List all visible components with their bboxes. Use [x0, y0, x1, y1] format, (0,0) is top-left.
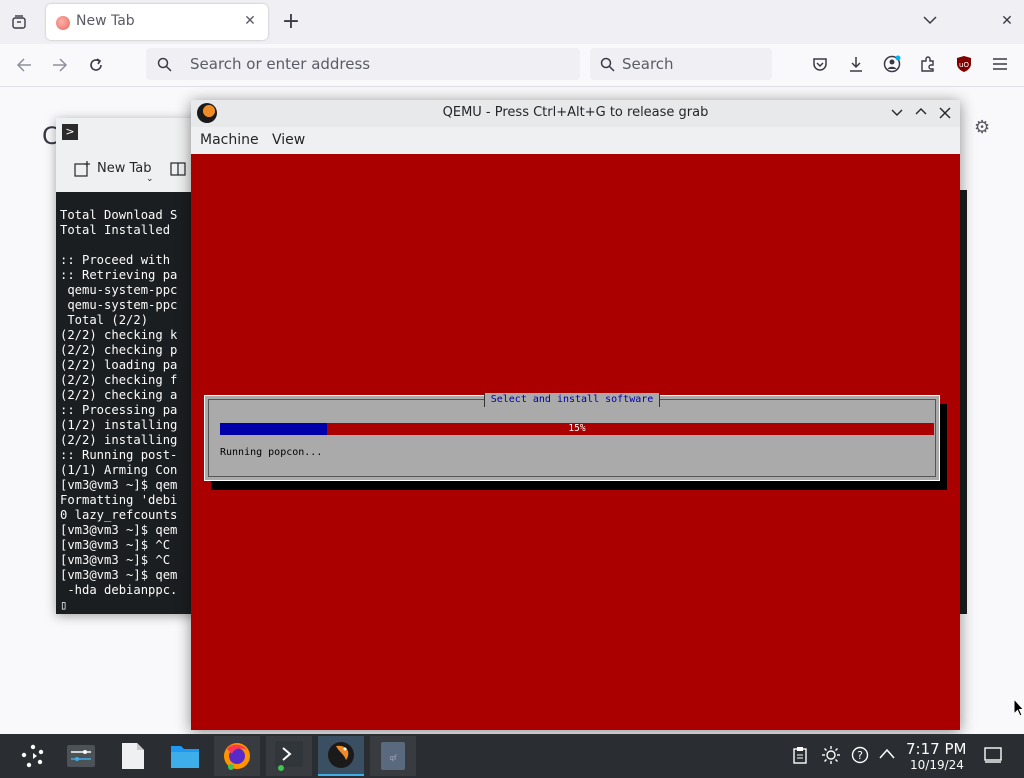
- extensions-icon[interactable]: [916, 53, 940, 75]
- gear-icon[interactable]: ⚙: [974, 117, 990, 138]
- window-close-button[interactable]: ✕: [996, 10, 1018, 32]
- konsole-icon[interactable]: [266, 736, 312, 776]
- svg-text:qf: qf: [390, 754, 397, 762]
- folder-icon[interactable]: [162, 736, 208, 776]
- terminal-icon: >: [62, 124, 78, 140]
- dialog-status: Running popcon...: [220, 447, 323, 458]
- konsole-toolbar: New Tab ⌄: [56, 148, 206, 193]
- terminal-text: Total Download S Total Installed :: Proc…: [60, 208, 178, 612]
- url-placeholder: Search or enter address: [190, 55, 371, 73]
- url-bar[interactable]: Search or enter address: [146, 48, 580, 80]
- back-arrow-icon[interactable]: [12, 54, 36, 76]
- qemu-titlebar[interactable]: QEMU - Press Ctrl+Alt+G to release grab: [191, 100, 960, 127]
- pocket-icon[interactable]: [808, 53, 832, 75]
- account-icon[interactable]: [880, 53, 904, 75]
- menu-machine[interactable]: Machine: [200, 132, 259, 148]
- vm-display[interactable]: Select and install software 15% Running …: [191, 154, 960, 730]
- thumbnail-icon[interactable]: qf: [370, 736, 416, 776]
- new-tab-button[interactable]: New Tab: [97, 161, 152, 176]
- svg-text:?: ?: [857, 749, 863, 762]
- firefox-icon[interactable]: [214, 736, 260, 776]
- menu-hamburger-icon[interactable]: [988, 53, 1012, 75]
- list-all-tabs-icon[interactable]: [8, 11, 30, 33]
- brightness-icon[interactable]: [822, 746, 840, 768]
- new-tab-icon: [74, 160, 92, 182]
- maximize-icon[interactable]: [915, 105, 927, 121]
- chevron-down-icon[interactable]: ⌄: [146, 174, 154, 184]
- qemu-window: QEMU - Press Ctrl+Alt+G to release grab …: [191, 100, 960, 730]
- forward-arrow-icon[interactable]: [48, 54, 72, 76]
- search-bar[interactable]: Search: [590, 48, 772, 80]
- browser-tab-strip: New Tab ✕ + ✕: [0, 0, 1024, 44]
- firefox-favicon-icon: [56, 16, 70, 30]
- help-icon[interactable]: ?: [851, 746, 869, 768]
- application-launcher-icon[interactable]: [10, 736, 56, 776]
- reload-icon[interactable]: [84, 54, 108, 76]
- search-icon: [156, 56, 172, 72]
- mouse-cursor-icon: [1013, 697, 1024, 722]
- window-edge: [960, 190, 967, 614]
- close-tab-icon[interactable]: ✕: [240, 11, 260, 31]
- show-desktop-icon[interactable]: [984, 746, 1002, 768]
- close-icon[interactable]: [939, 107, 951, 123]
- taskbar: qf ? 7:17 PM 10/19/24: [0, 734, 1024, 778]
- window-title: QEMU - Press Ctrl+Alt+G to release grab: [442, 105, 709, 120]
- konsole-window: > New Tab ⌄ Total Download S Total Insta…: [56, 118, 206, 614]
- files-icon[interactable]: [110, 736, 156, 776]
- clipboard-icon[interactable]: [792, 746, 808, 768]
- ublock-origin-icon[interactable]: uO: [952, 53, 976, 75]
- chevron-up-icon[interactable]: [879, 746, 895, 766]
- chevron-down-icon[interactable]: [918, 8, 942, 32]
- dialog-title: Select and install software: [483, 393, 661, 407]
- progress-label: 15%: [568, 423, 586, 434]
- konsole-titlebar[interactable]: >: [56, 118, 206, 148]
- split-view-icon[interactable]: [170, 161, 186, 181]
- progress-bar: 15%: [220, 423, 934, 435]
- menu-view[interactable]: View: [272, 132, 305, 148]
- dialog-frame: Select and install software 15% Running …: [208, 393, 936, 477]
- dialog-title-wrap: Select and install software: [209, 390, 935, 407]
- qemu-icon[interactable]: [318, 736, 364, 776]
- terminal-output[interactable]: Total Download S Total Installed :: Proc…: [56, 192, 206, 614]
- minimize-icon[interactable]: [891, 107, 903, 123]
- installer-dialog: Select and install software 15% Running …: [204, 393, 940, 481]
- task-manager-icon[interactable]: [58, 736, 104, 776]
- tab-label: New Tab: [76, 13, 135, 29]
- new-tab-button[interactable]: +: [280, 9, 302, 34]
- downloads-icon[interactable]: [844, 53, 868, 75]
- qemu-menubar: Machine View: [191, 127, 960, 154]
- svg-text:uO: uO: [959, 61, 969, 69]
- clock-date[interactable]: 10/19/24: [910, 758, 964, 772]
- search-icon: [599, 56, 615, 72]
- tab-new-tab[interactable]: New Tab ✕: [46, 4, 268, 40]
- search-placeholder: Search: [622, 55, 674, 73]
- clock-time[interactable]: 7:17 PM: [906, 740, 966, 758]
